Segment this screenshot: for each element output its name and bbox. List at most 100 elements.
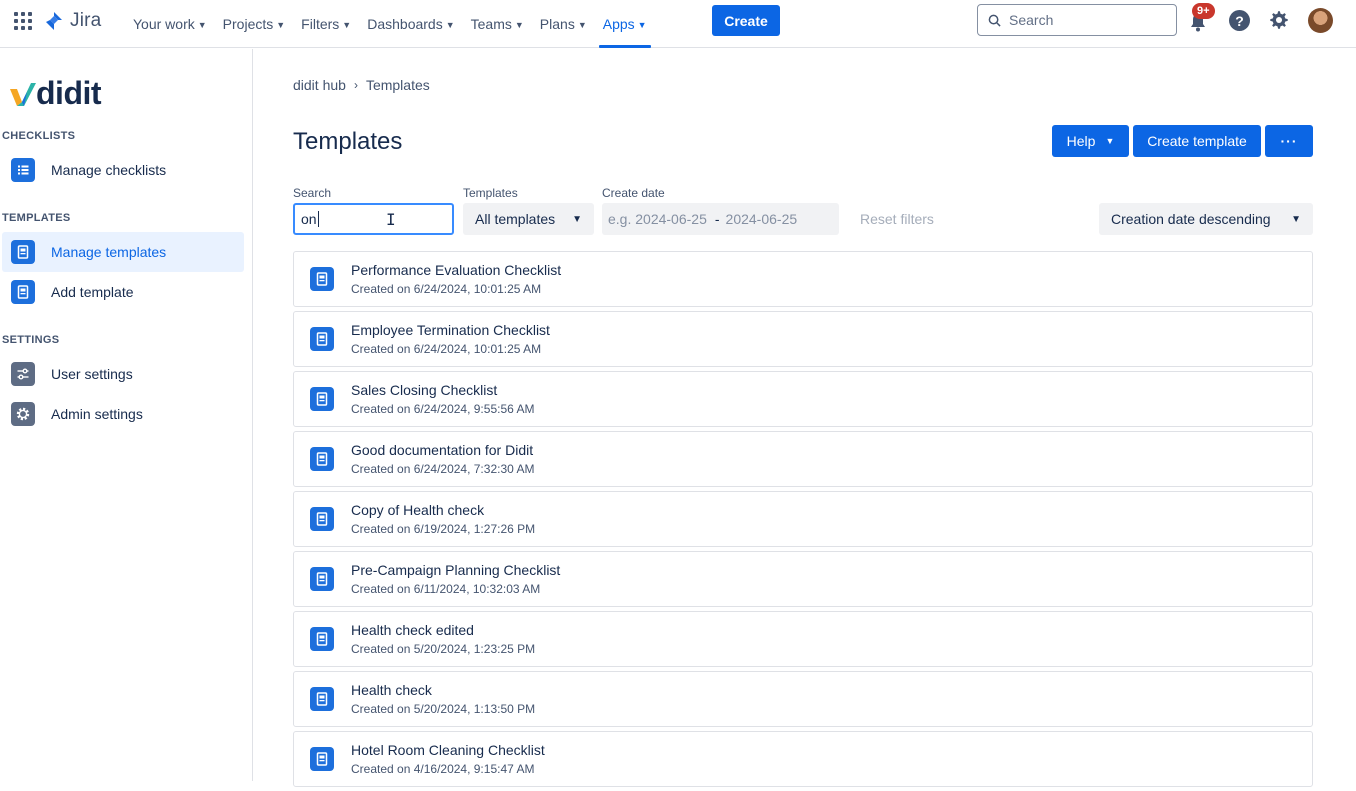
breadcrumb-root-link[interactable]: didit hub [293, 77, 346, 93]
app-switcher-icon[interactable] [14, 12, 32, 30]
sidebar-item-label: Manage checklists [51, 162, 167, 178]
nav-label: Projects [222, 16, 274, 32]
template-title: Pre-Campaign Planning Checklist [351, 562, 561, 578]
nav-apps[interactable]: Apps ▼ [595, 0, 655, 48]
nav-label: Filters [301, 16, 340, 32]
more-actions-button[interactable]: ··· [1265, 125, 1313, 157]
sidebar-item-label: Admin settings [51, 406, 143, 422]
date-from-placeholder: e.g. 2024-06-25 [608, 211, 707, 227]
template-document-icon [310, 387, 334, 411]
template-created-date: Created on 5/20/2024, 1:23:25 PM [351, 642, 536, 656]
list-item[interactable]: Performance Evaluation Checklist Created … [293, 251, 1313, 307]
list-item[interactable]: Copy of Health check Created on 6/19/2024… [293, 491, 1313, 547]
chevron-down-icon: ▼ [197, 19, 207, 30]
template-created-date: Created on 6/19/2024, 1:27:26 PM [351, 522, 536, 536]
templates-filter-select[interactable]: All templates ▼ [463, 203, 594, 235]
nav-dashboards[interactable]: Dashboards ▼ [359, 0, 462, 48]
text-cursor-icon: I [386, 210, 396, 229]
nav-label: Your work [133, 16, 195, 32]
jira-logo[interactable]: Jira [44, 10, 101, 32]
template-created-date: Created on 6/24/2024, 10:01:25 AM [351, 342, 542, 356]
template-title: Health check edited [351, 622, 474, 638]
nav-filters[interactable]: Filters ▼ [293, 0, 359, 48]
nav-label: Teams [470, 16, 512, 32]
search-input-value: on [301, 211, 317, 227]
search-field-label: Search [293, 186, 332, 200]
create-date-range-input[interactable]: e.g. 2024-06-25 - 2024-06-25 [602, 203, 839, 235]
didit-wordmark: didit [36, 75, 102, 111]
nav-plans[interactable]: Plans ▼ [532, 0, 595, 48]
list-item[interactable]: Pre-Campaign Planning Checklist Created o… [293, 551, 1313, 607]
notification-badge: 9+ [1192, 3, 1215, 19]
sidebar-item-manage-checklists[interactable]: Manage checklists [2, 150, 244, 190]
list-item[interactable]: Hotel Room Cleaning Checklist Created on … [293, 731, 1313, 787]
list-item[interactable]: Good documentation for Didit Created on 6… [293, 431, 1313, 487]
templates-list: Performance Evaluation Checklist Created … [293, 251, 1313, 791]
template-title: Performance Evaluation Checklist [351, 262, 562, 278]
chevron-down-icon: ▼ [572, 213, 582, 225]
chevron-down-icon: ▼ [577, 19, 587, 30]
template-created-date: Created on 5/20/2024, 1:13:50 PM [351, 702, 536, 716]
template-title: Copy of Health check [351, 502, 485, 518]
jira-logo-icon [46, 12, 62, 30]
templates-select-value: All templates [475, 211, 556, 227]
breadcrumb-current[interactable]: Templates [366, 77, 430, 93]
text-caret [317, 211, 319, 227]
chevron-down-icon: ▼ [637, 19, 647, 30]
nav-your-work[interactable]: Your work ▼ [125, 0, 215, 48]
help-icon[interactable]: ? [1229, 10, 1250, 31]
search-icon [988, 14, 1001, 27]
template-document-icon [310, 507, 334, 531]
chevron-down-icon: ▼ [342, 19, 352, 30]
template-document-icon [310, 567, 334, 591]
settings-gear-icon[interactable] [1268, 9, 1290, 31]
template-document-icon [310, 447, 334, 471]
list-item[interactable]: Health check edited Created on 5/20/2024,… [293, 611, 1313, 667]
list-item[interactable]: Health check Created on 5/20/2024, 1:13:5… [293, 671, 1313, 727]
sort-order-select[interactable]: Creation date descending ▼ [1099, 203, 1313, 235]
sidebar-item-label: Add template [51, 284, 134, 300]
help-button-label: Help [1066, 133, 1096, 149]
gear-icon [11, 402, 35, 426]
jira-product-name: Jira [70, 10, 102, 31]
template-search-input[interactable]: on [293, 203, 454, 235]
create-button[interactable]: Create [712, 5, 780, 36]
didit-checkmark-icon [10, 82, 36, 106]
sidebar-item-label: User settings [51, 366, 133, 382]
templates-filter-label: Templates [463, 186, 518, 200]
sidebar-item-label: Manage templates [51, 244, 167, 260]
list-item[interactable]: Employee Termination Checklist Created on… [293, 311, 1313, 367]
section-title-checklists: CHECKLISTS [2, 130, 76, 142]
template-document-icon [310, 747, 334, 771]
user-avatar[interactable] [1308, 8, 1333, 33]
nav-label: Plans [539, 16, 575, 32]
reset-filters-button[interactable]: Reset filters [860, 211, 934, 227]
sidebar-item-add-template[interactable]: Add template [2, 272, 244, 312]
sidebar-item-admin-settings[interactable]: Admin settings [2, 394, 244, 434]
page-title: Templates [293, 128, 403, 155]
chevron-down-icon: ▼ [445, 19, 455, 30]
nav-label: Apps [602, 16, 635, 32]
sidebar-item-manage-templates[interactable]: Manage templates [2, 232, 244, 272]
template-document-icon [11, 280, 35, 304]
nav-projects[interactable]: Projects ▼ [215, 0, 294, 48]
template-title: Sales Closing Checklist [351, 382, 498, 398]
global-search-input[interactable]: Search [977, 4, 1177, 36]
template-title: Hotel Room Cleaning Checklist [351, 742, 545, 758]
template-title: Employee Termination Checklist [351, 322, 550, 338]
chevron-down-icon: ▼ [1291, 213, 1301, 225]
primary-nav: Your work ▼ Projects ▼ Filters ▼ Dashboards… [125, 0, 655, 48]
template-document-icon [310, 267, 334, 291]
top-navigation: Jira Your work ▼ Projects ▼ Filters ▼ Dashb… [0, 0, 1356, 48]
didit-logo[interactable]: didit [9, 75, 102, 112]
sliders-icon [11, 362, 35, 386]
list-item[interactable]: Sales Closing Checklist Created on 6/24/2… [293, 371, 1313, 427]
nav-teams[interactable]: Teams ▼ [463, 0, 532, 48]
chevron-down-icon: ▼ [276, 19, 286, 30]
help-dropdown-button[interactable]: Help ▼ [1052, 125, 1129, 157]
template-document-icon [310, 627, 334, 651]
list-icon [11, 158, 35, 182]
template-document-icon [11, 240, 35, 264]
create-template-button[interactable]: Create template [1133, 125, 1261, 157]
sidebar-item-user-settings[interactable]: User settings [2, 354, 244, 394]
